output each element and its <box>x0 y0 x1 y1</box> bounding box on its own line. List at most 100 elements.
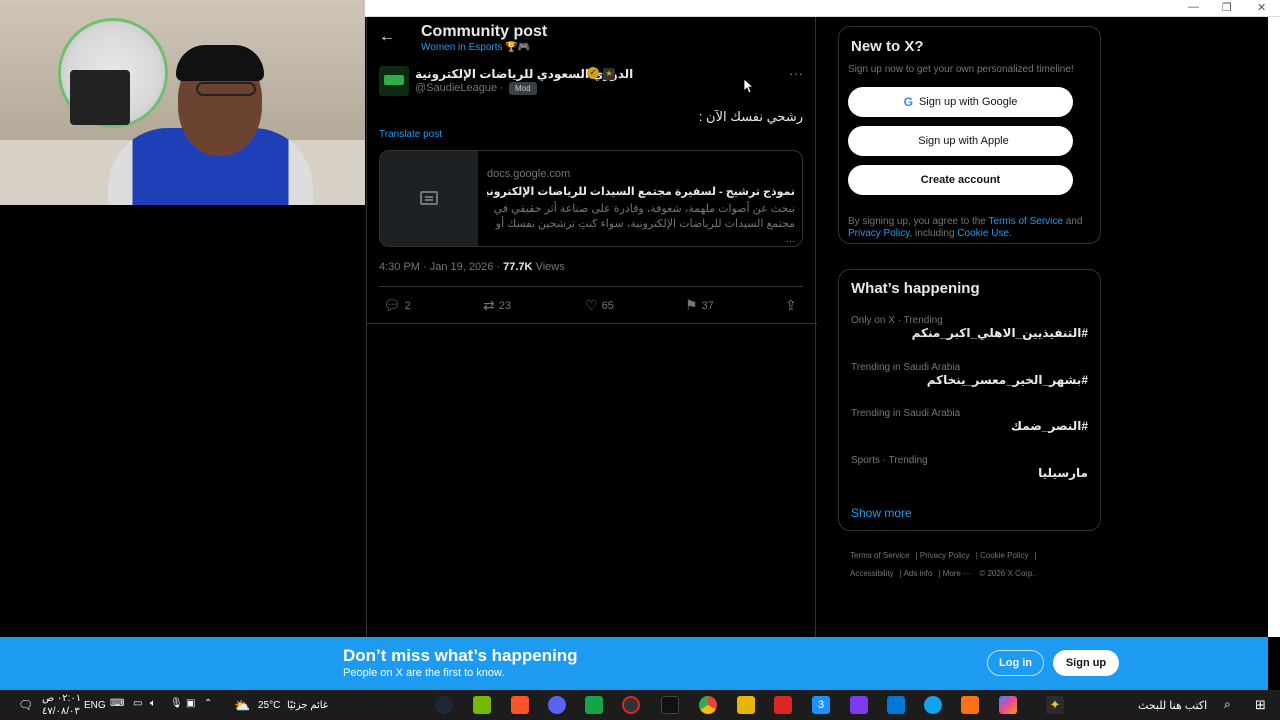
signup-apple-button[interactable]: Sign up with Apple <box>848 126 1073 156</box>
signup-subtitle: Sign up now to get your own personalized… <box>848 64 1074 75</box>
window-titlebar: — ❐ ✕ <box>365 0 1280 17</box>
author-handle[interactable]: @SaudieLeague · <box>415 82 504 94</box>
link-domain: docs.google.com <box>487 168 571 180</box>
tiktok-icon[interactable] <box>661 696 679 714</box>
link-preview-card[interactable]: docs.google.com نموذج ترشيح - لسفيرة مجت… <box>379 150 803 247</box>
game-controller-icon[interactable] <box>850 696 868 714</box>
show-more-link[interactable]: Show more <box>851 506 912 520</box>
footer-accessibility-link[interactable]: Accessibility <box>850 569 894 578</box>
post-actions: 💬︎ 2 ⇄ 23 ♡ 65 ⚑ 37 ⇪ <box>379 297 803 317</box>
nvidia-icon[interactable] <box>473 696 491 714</box>
more-options-icon[interactable]: ··· <box>789 65 803 81</box>
weather-icon[interactable]: ⛅ <box>234 698 250 714</box>
keyboard-icon[interactable]: ⌨ <box>110 698 124 709</box>
banner-title: Don’t miss what’s happening <box>343 646 578 665</box>
footer-links: Terms of Service | Privacy Policy | Cookie… <box>850 551 1037 578</box>
app-3-icon[interactable]: 3 <box>812 696 830 714</box>
signup-google-button[interactable]: G Sign up with Google <box>848 87 1073 117</box>
search-icon[interactable]: ⌕ <box>1224 697 1231 712</box>
like-button[interactable]: ♡ 65 <box>585 297 614 314</box>
link-title: نموذج ترشيح - لسفيرة مجتمع السيدات للريا… <box>487 186 795 198</box>
obs-icon[interactable] <box>622 696 640 714</box>
author-avatar[interactable] <box>379 66 409 96</box>
footer-terms-link[interactable]: Terms of Service <box>850 551 910 560</box>
battery-icon[interactable]: ▭ <box>133 698 142 709</box>
privacy-link[interactable]: Privacy Policy <box>848 228 910 239</box>
weather-temp[interactable]: 25°C <box>258 700 280 711</box>
footer-copyright: © 2026 X Corp. <box>979 569 1035 578</box>
network-icon[interactable]: ▣ <box>186 698 195 709</box>
divider <box>379 286 803 287</box>
chevron-up-icon[interactable]: ⌃ <box>204 698 212 709</box>
create-account-button[interactable]: Create account <box>848 165 1073 195</box>
footer-cookie-link[interactable]: Cookie Policy <box>980 551 1028 560</box>
footer-privacy-link[interactable]: Privacy Policy <box>920 551 970 560</box>
reply-count: 2 <box>404 299 411 312</box>
mod-badge: Mod <box>509 82 537 95</box>
start-button[interactable]: ⊞ <box>1255 697 1266 713</box>
back-arrow-icon[interactable]: ← <box>379 28 395 46</box>
restore-button[interactable]: ❐ <box>1222 1 1232 14</box>
footer-ads-link[interactable]: Ads info <box>903 569 932 578</box>
translate-post-link[interactable]: Translate post <box>379 129 442 140</box>
repost-count: 23 <box>498 299 511 312</box>
copilot-app-icon[interactable] <box>999 696 1017 714</box>
trend-item[interactable]: Only on X · Trending #التنفيذيين_الاهلي_… <box>851 315 1088 340</box>
outlook-icon[interactable] <box>887 696 905 714</box>
terms-text: By signing up, you agree to the <box>848 216 986 227</box>
app-green-icon[interactable] <box>585 696 603 714</box>
footer-more-link[interactable]: More ··· <box>943 569 971 578</box>
main-column: ← Community post Women in Esports 🏆🎮 الد… <box>366 17 817 637</box>
post-meta: 4:30 PM · Jan 19, 2026 · 77.7K Views <box>379 261 565 273</box>
person-hair <box>176 45 264 81</box>
brave-icon[interactable] <box>511 696 529 714</box>
notification-icon[interactable]: 🗨︎ <box>18 698 33 712</box>
copilot-sparkle-icon[interactable]: ✦ <box>1046 696 1064 714</box>
post-time[interactable]: 4:30 PM · Jan 19, 2026 · <box>379 261 500 273</box>
author-name[interactable]: الدوري السعودي للرياضات الإلكترونية <box>415 67 633 81</box>
trend-name: #بشهر_الخير_معسر_ينخاكم <box>926 373 1088 387</box>
minimize-button[interactable]: — <box>1188 1 1199 13</box>
speaker-icon[interactable]: 🔈︎ <box>150 698 156 709</box>
trend-item[interactable]: Trending in Saudi Arabia #النصر_ضمك <box>851 408 1088 433</box>
clock-time[interactable]: ٠٢:٠١ ص <box>42 693 81 704</box>
page-title: Community post <box>421 23 548 40</box>
verified-badge-icon: ✓ <box>587 67 599 79</box>
discord-icon[interactable] <box>548 696 566 714</box>
create-account-label: Create account <box>920 174 1001 186</box>
share-button[interactable]: ⇪ <box>785 297 797 314</box>
bookmark-count: 37 <box>701 299 714 312</box>
trend-item[interactable]: Trending in Saudi Arabia #بشهر_الخير_معس… <box>851 362 1088 387</box>
login-button[interactable]: Log in <box>987 650 1044 676</box>
file-explorer-icon[interactable] <box>737 696 755 714</box>
close-button[interactable]: ✕ <box>1257 1 1266 14</box>
signup-button[interactable]: Sign up <box>1053 650 1119 676</box>
weather-text[interactable]: غائم جزئيًا <box>287 700 328 711</box>
google-icon: G <box>903 95 913 109</box>
link-thumbnail <box>380 151 478 246</box>
community-link[interactable]: Women in Esports 🏆🎮 <box>421 42 530 53</box>
taskbar-search-input[interactable]: اكتب هنا للبحث <box>1138 699 1207 712</box>
trend-name: مارسيليا <box>1038 466 1088 480</box>
signup-card: New to X? Sign up now to get your own pe… <box>838 26 1101 244</box>
bookmark-button[interactable]: ⚑ 37 <box>685 297 714 314</box>
signup-google-label: Sign up with Google <box>918 96 1018 108</box>
terms-link[interactable]: Terms of Service <box>988 216 1062 227</box>
repost-icon: ⇄ <box>483 297 495 313</box>
chrome-icon[interactable] <box>699 696 717 714</box>
scrollbar-area[interactable] <box>1268 17 1280 637</box>
signup-terms: By signing up, you agree to the Terms of… <box>848 216 1093 240</box>
microphone-icon[interactable]: 🎙︎ <box>170 698 183 709</box>
language-indicator[interactable]: ENG <box>84 700 106 711</box>
trend-item[interactable]: Sports · Trending مارسيليا <box>851 455 1088 480</box>
cookie-link[interactable]: Cookie Use. <box>957 228 1011 239</box>
youtube-icon[interactable] <box>774 696 792 714</box>
edge-icon[interactable] <box>924 696 942 714</box>
app-orange-icon[interactable] <box>961 696 979 714</box>
steam-icon[interactable] <box>435 696 453 714</box>
windows-taskbar: ⊞ ⌕ اكتب هنا للبحث ✦ 3 ⛅ 25°C غائم جزئيً… <box>0 690 1280 720</box>
reply-button[interactable]: 💬︎ 2 <box>383 297 411 314</box>
repost-button[interactable]: ⇄ 23 <box>483 297 511 314</box>
divider <box>367 323 817 324</box>
clock-date[interactable]: ٤٧/٠٨/٠٣ <box>42 706 80 717</box>
